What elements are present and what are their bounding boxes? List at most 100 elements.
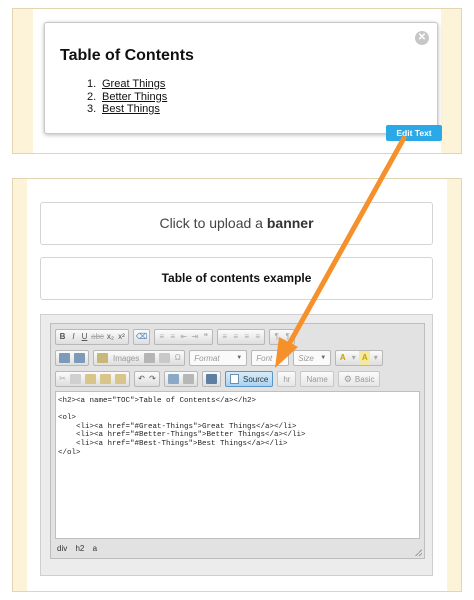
path-item-h2[interactable]: h2 (75, 544, 84, 553)
resize-handle[interactable] (415, 549, 422, 556)
toolbar-group-align: ≡ ≡ ≡ ≡ (217, 329, 266, 345)
text-direction-rtl-icon[interactable]: ¶ (282, 330, 293, 344)
numbered-list-icon[interactable]: ≡ (156, 330, 167, 344)
align-justify-icon[interactable]: ≡ (252, 330, 263, 344)
blockquote-icon[interactable]: ❝ (200, 330, 211, 344)
source-button-label: Source (243, 374, 269, 384)
hr-button-label: hr (283, 374, 291, 384)
remove-format-icon[interactable]: ⌫ (135, 330, 148, 344)
replace-icon[interactable] (74, 353, 85, 363)
special-char-icon[interactable]: Ω (172, 351, 183, 365)
underline-button[interactable]: U (79, 330, 90, 344)
basic-button[interactable]: ⚙ Basic (337, 371, 381, 387)
italic-button[interactable]: I (68, 330, 79, 344)
name-button[interactable]: Name (300, 371, 334, 387)
align-left-icon[interactable]: ≡ (219, 330, 230, 344)
subscript-button[interactable]: x₂ (105, 330, 116, 344)
gear-icon: ⚙ (343, 373, 352, 384)
toolbar-group-find (55, 350, 89, 366)
toolbar-row-2: Images Ω Format ▼ Font Size ▼ A ▾ A ▾ (55, 350, 387, 366)
text-color-button[interactable]: A (337, 351, 348, 365)
chevron-down-icon: ▼ (236, 355, 243, 361)
toc-link-better-things[interactable]: Better Things (102, 91, 167, 103)
images-label[interactable]: Images (110, 354, 142, 363)
chevron-down-icon[interactable]: ▾ (370, 351, 381, 365)
font-dropdown[interactable]: Font (251, 350, 290, 366)
copy-icon[interactable] (70, 374, 81, 384)
paste-text-icon[interactable] (100, 374, 111, 384)
toc-item-number: 2. (87, 90, 97, 103)
toc-list: 1. Great Things 2. Better Things 3. Best Th… (87, 78, 167, 116)
toolbar-group-insert: Images Ω (93, 350, 186, 366)
maximize-icon[interactable] (206, 374, 217, 384)
horizontal-rule-icon[interactable] (159, 353, 171, 363)
rich-text-editor: B I U abc x₂ x² ⌫ ≡ ≡ ⇤ ⇥ ❝ ≡ ≡ ≡ ≡ ¶ ¶ … (40, 314, 433, 576)
format-dropdown[interactable]: Format ▼ (189, 350, 248, 366)
toc-title: Table of Contents (60, 47, 194, 64)
undo-icon[interactable]: ↶ (136, 372, 147, 386)
paste-word-icon[interactable] (115, 374, 126, 384)
indent-icon[interactable]: ⇥ (189, 330, 200, 344)
source-button[interactable]: Source (225, 371, 274, 387)
format-dropdown-label: Format (194, 353, 220, 363)
cut-icon[interactable]: ✂ (57, 372, 68, 386)
path-item-div[interactable]: div (57, 544, 67, 553)
toc-list-item: 3. Best Things (87, 103, 167, 116)
font-dropdown-label: Font (256, 353, 273, 363)
toolbar-group-colors: A ▾ A ▾ (335, 350, 384, 366)
toc-item-number: 1. (87, 78, 97, 90)
banner-upload-area[interactable]: Click to upload a banner (40, 202, 433, 245)
toolbar-group-lists: ≡ ≡ ⇤ ⇥ ❝ (154, 329, 214, 345)
link-icon[interactable] (168, 374, 179, 384)
toolbar-group-clipboard: ✂ (55, 371, 130, 387)
toolbar-group-cleanup: ⌫ (132, 329, 151, 345)
toolbar-group-direction: ¶ ¶ (269, 329, 296, 345)
chevron-down-icon: ▼ (320, 355, 327, 361)
outdent-icon[interactable]: ⇤ (178, 330, 189, 344)
bulleted-list-icon[interactable]: ≡ (167, 330, 178, 344)
chevron-down-icon[interactable]: ▾ (348, 351, 359, 365)
banner-upload-prefix: Click to upload a (159, 215, 267, 231)
toolbar-group-basic-styles: B I U abc x₂ x² (55, 329, 129, 345)
toolbar-group-maximize (202, 371, 221, 387)
image-icon[interactable] (97, 353, 108, 363)
toc-link-best-things[interactable]: Best Things (102, 103, 160, 115)
align-right-icon[interactable]: ≡ (241, 330, 252, 344)
toolbar-row-1: B I U abc x₂ x² ⌫ ≡ ≡ ⇤ ⇥ ❝ ≡ ≡ ≡ ≡ ¶ ¶ (55, 329, 299, 345)
editor-page-panel: Click to upload a banner Table of conten… (12, 178, 462, 592)
edit-text-button[interactable]: Edit Text (386, 125, 442, 141)
page-heading-box[interactable]: Table of contents example (40, 257, 433, 300)
toc-list-item: 2. Better Things (87, 91, 167, 104)
toc-link-great-things[interactable]: Great Things (102, 78, 165, 90)
bold-button[interactable]: B (57, 330, 68, 344)
text-direction-ltr-icon[interactable]: ¶ (271, 330, 282, 344)
close-icon[interactable]: ✕ (415, 31, 429, 45)
toc-widget-card: ✕ Table of Contents 1. Great Things 2. Bet… (44, 22, 438, 134)
toolbar-group-history: ↶ ↷ (134, 371, 160, 387)
path-item-a[interactable]: a (93, 544, 97, 553)
source-code-textarea[interactable]: <h2><a name="TOC">Table of Contents</a><… (55, 391, 420, 539)
unlink-icon[interactable] (183, 374, 194, 384)
paste-icon[interactable] (85, 374, 96, 384)
basic-button-label: Basic (354, 374, 375, 384)
hr-button[interactable]: hr (277, 371, 297, 387)
toc-item-number: 3. (87, 103, 97, 115)
toolbar-group-links (164, 371, 198, 387)
size-dropdown-label: Size (298, 353, 314, 363)
banner-upload-bold: banner (266, 215, 314, 231)
find-icon[interactable] (59, 353, 70, 363)
align-center-icon[interactable]: ≡ (230, 330, 241, 344)
size-dropdown[interactable]: Size ▼ (293, 350, 332, 366)
table-icon[interactable] (144, 353, 156, 363)
toc-list-item: 1. Great Things (87, 78, 167, 91)
element-path-bar: div h2 a (55, 543, 420, 555)
toc-preview-panel: ✕ Table of Contents 1. Great Things 2. Bet… (12, 8, 462, 154)
source-icon (230, 374, 239, 384)
background-color-button[interactable]: A (359, 351, 371, 365)
name-button-label: Name (306, 374, 328, 384)
editor-frame: B I U abc x₂ x² ⌫ ≡ ≡ ⇤ ⇥ ❝ ≡ ≡ ≡ ≡ ¶ ¶ … (50, 323, 425, 559)
redo-icon[interactable]: ↷ (147, 372, 158, 386)
strikethrough-button[interactable]: abc (90, 330, 105, 344)
toolbar-row-3: ✂ ↶ ↷ Source hr Name ⚙ Basic (55, 371, 384, 387)
superscript-button[interactable]: x² (116, 330, 127, 344)
